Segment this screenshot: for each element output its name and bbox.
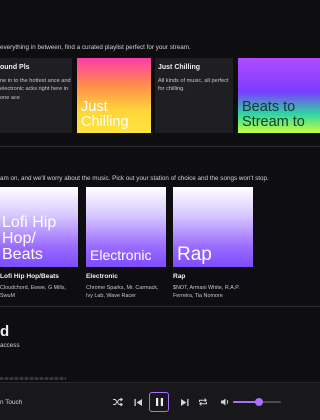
shuffle-icon	[113, 397, 123, 407]
now-playing-title: n Touch	[0, 399, 23, 406]
volume-button[interactable]	[218, 395, 232, 409]
playlist-card-just-chilling[interactable]: Just Chilling All kinds of music, all pe…	[155, 58, 233, 133]
station-art-label: Lofi Hip Hop/ Beats	[2, 214, 57, 263]
playlist-art-label: Just Chilling	[81, 99, 129, 130]
playlists-intro: everything in between, find a curated pl…	[0, 44, 191, 51]
station-art-label: Electronic	[90, 247, 152, 263]
previous-icon	[134, 398, 142, 406]
previous-button[interactable]	[131, 395, 145, 409]
pause-icon	[155, 398, 163, 406]
repeat-icon	[199, 398, 207, 406]
next-button[interactable]	[177, 395, 191, 409]
stations-intro: am on, and we'll worry about the music. …	[0, 175, 269, 182]
player-bar: n Touch	[0, 382, 320, 420]
station-title[interactable]: Rap	[173, 273, 185, 280]
station-art-electronic[interactable]: Electronic	[86, 187, 166, 267]
section-heading: d	[0, 323, 10, 340]
repeat-button[interactable]	[196, 395, 210, 409]
station-title[interactable]: Lofi Hip Hop/Beats	[0, 273, 59, 280]
volume-icon	[221, 398, 229, 406]
volume-slider[interactable]	[233, 398, 281, 406]
playlist-art-beats-to-stream-to[interactable]: Beats to Stream to	[238, 58, 320, 133]
station-artists: Chrome Sparks, Mr. Carmack, Ivy Lab, Wav…	[86, 285, 159, 300]
station-artists: Cloudchord, Ewwe, G Mills, SwuM	[0, 285, 66, 300]
section-subtext: access	[0, 342, 20, 349]
volume-knob[interactable]	[255, 398, 264, 406]
station-title[interactable]: Electronic	[86, 273, 118, 280]
station-art-label: Rap	[177, 244, 212, 265]
playlist-card-sound[interactable]: ound Pls ne in to the hottest ance and e…	[0, 58, 72, 133]
shuffle-button[interactable]	[111, 395, 125, 409]
station-artists: $NOT, Armani White, R.A.P. Ferreira, Tia…	[173, 285, 240, 300]
playlist-description: ne in to the hottest ance and electronic…	[0, 78, 71, 101]
playlist-description: All kinds of music, all perfect for chil…	[158, 78, 229, 93]
playlist-title: Just Chilling	[158, 64, 200, 71]
section-divider	[0, 306, 320, 307]
playlist-title: ound Pls	[0, 64, 30, 71]
station-art-lofi[interactable]: Lofi Hip Hop/ Beats	[0, 187, 78, 267]
play-pause-button[interactable]	[149, 392, 169, 412]
playlist-art-label: Beats to Stream to	[242, 99, 305, 130]
loading-stripe	[0, 377, 66, 380]
playlist-art-just-chilling[interactable]: Just Chilling	[77, 58, 151, 133]
station-art-rap[interactable]: Rap	[173, 187, 253, 267]
section-divider	[0, 146, 320, 147]
next-icon	[180, 398, 188, 406]
